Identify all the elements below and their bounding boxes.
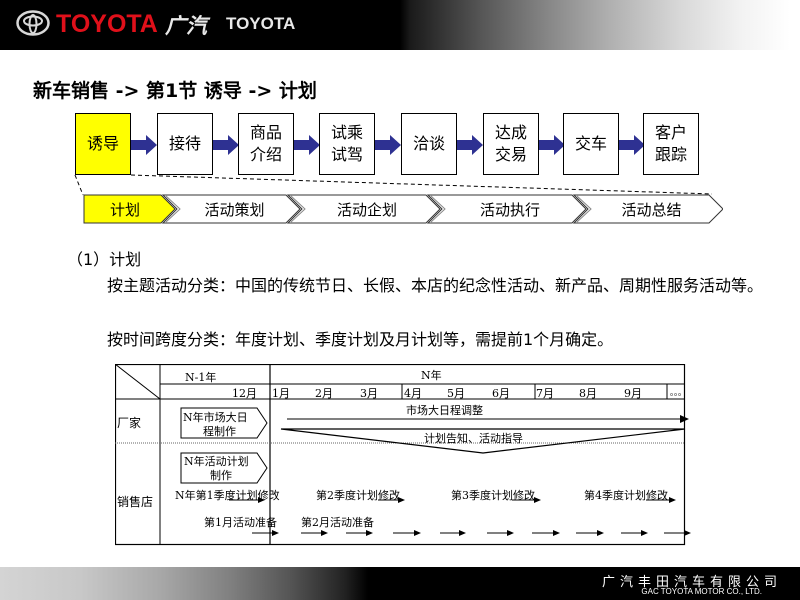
timeline-arrowhead-icon [597,530,604,536]
timeline-arrowhead-icon [684,530,691,536]
market-arrow-label: 市场大日程调整 [406,404,483,417]
paragraph-timespan: 按时间跨度分类：年度计划、季度计划及月计划等，需提前1个月确定。 [107,330,614,349]
month-label: 。。。 [670,388,686,397]
dealer-box-line2: 制作 [210,469,232,482]
sub-step-label: 活动总结 [621,201,682,219]
quarter-plan-label: 第2季度计划修改 [316,489,400,502]
sub-step-label: 活动执行 [479,201,540,219]
timeline-arrowhead-icon [321,530,328,536]
quarter-plan-label: N年第1季度计划修改 [175,489,280,502]
year-curr-label: N年 [421,369,442,382]
triangle-label: 计划告知、活动指导 [424,432,523,445]
month-label: 7月 [536,387,554,400]
month-label: 9月 [624,387,642,400]
month-label: 3月 [360,387,378,400]
section-heading: （1）计划 [67,250,142,269]
sub-step-label: 计划 [109,201,140,219]
quarter-plan-label: 第3季度计划修改 [451,489,535,502]
month-label: 1月 [272,387,290,400]
sub-step-label: 活动策划 [204,201,265,219]
timeline-arrowhead-icon [414,530,421,536]
month-label: 4月 [404,387,422,400]
year-prev-label: N-1年 [185,371,217,384]
sub-step-label: 活动企划 [336,201,397,219]
timeline-arrowhead-icon [459,530,466,536]
timeline-arrowhead-icon [272,530,279,536]
row-label-dealer: 销售店 [117,495,154,509]
timeline-table: N-1年 N年 12月 1月 2月 3月 4月 5月 6月 7月 8月 9月。。。 厂家 销售店 N年市场大… [115,364,715,549]
month-label: 5月 [447,387,465,400]
quarter-plan-label: 第4季度计划修改 [584,489,668,502]
month-prev-label: 12月 [232,387,257,400]
timeline-arrowhead-icon [507,530,514,536]
month-prep-label: 第1月活动准备 [204,516,277,529]
footer-banner: 广汽丰田汽车有限公司 GAC TOYOTA MOTOR CO., LTD. [0,567,800,600]
timeline-arrowhead-icon [669,497,676,503]
month-label: 8月 [579,387,597,400]
month-label: 6月 [492,387,510,400]
footer-company-en: GAC TOYOTA MOTOR CO., LTD. [641,587,762,596]
paragraph-theme: 按主题活动分类：中国的传统节日、长假、本店的纪念性活动、新产品、周期性服务活动等… [107,276,764,295]
timeline-arrowhead-icon [641,530,648,536]
timeline-arrowhead-icon [534,497,541,503]
month-prep-label: 第2月活动准备 [301,516,374,529]
month-label: 2月 [315,387,333,400]
timeline-arrowhead-icon [553,530,560,536]
row-label-maker: 厂家 [117,416,142,430]
maker-box-line2: 程制作 [203,425,236,438]
timeline-arrowhead-icon [366,530,373,536]
